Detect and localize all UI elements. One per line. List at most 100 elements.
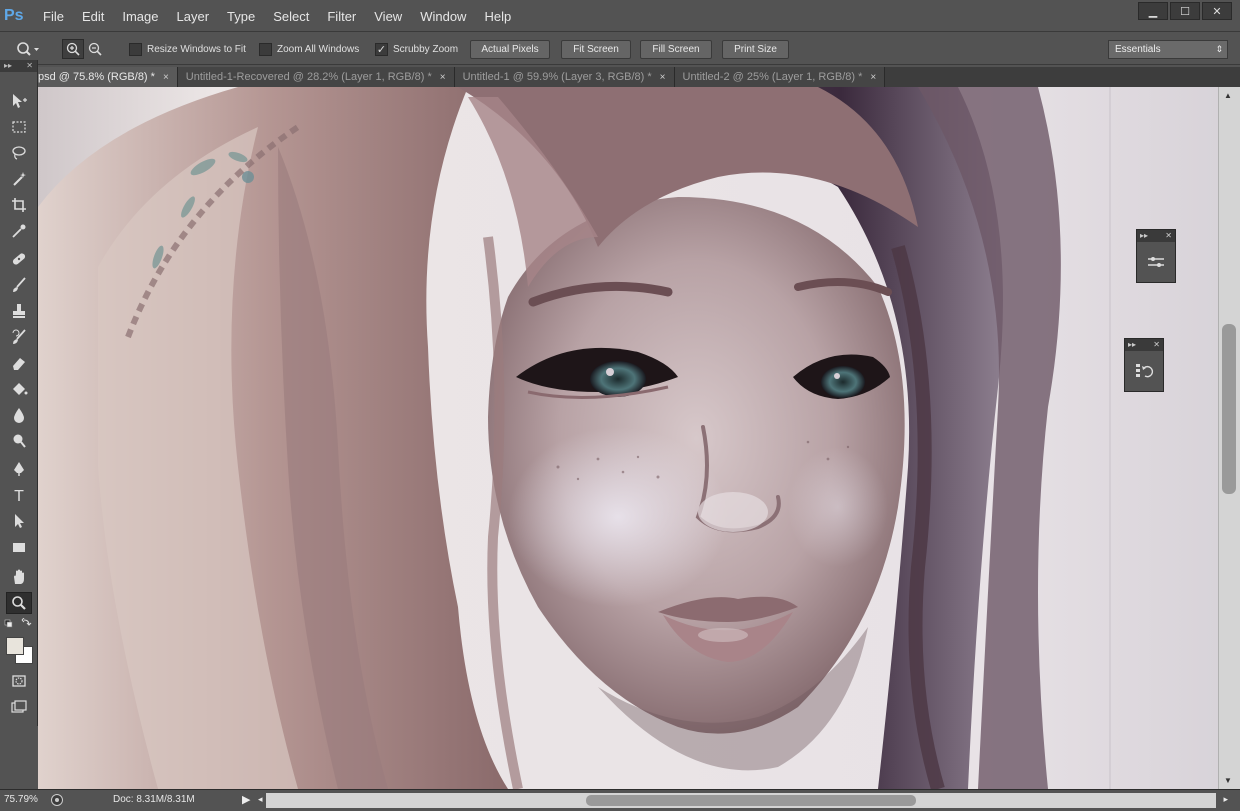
lasso-tool[interactable] — [6, 142, 32, 164]
healing-brush-tool[interactable] — [6, 248, 32, 270]
eyedropper-tool[interactable] — [6, 220, 32, 242]
type-tool[interactable]: T — [6, 484, 32, 506]
foreground-color-swatch[interactable] — [6, 637, 24, 655]
actual-pixels-button[interactable]: Actual Pixels — [470, 40, 550, 59]
color-swatch-controls — [4, 617, 34, 630]
hand-tool[interactable] — [6, 566, 32, 588]
tab-document-1[interactable]: psd @ 75.8% (RGB/8) * × — [38, 67, 178, 87]
status-info-icon[interactable] — [50, 793, 64, 807]
magic-wand-tool[interactable] — [6, 168, 32, 190]
scroll-left-arrow-icon[interactable]: ◂ — [258, 794, 263, 805]
marquee-tool[interactable] — [6, 116, 32, 138]
workspace-dropdown[interactable]: Essentials ⇕ — [1108, 40, 1228, 59]
fit-screen-button[interactable]: Fit Screen — [561, 40, 631, 59]
scroll-down-arrow-icon[interactable]: ▼ — [1224, 776, 1232, 785]
crop-tool[interactable] — [6, 194, 32, 216]
blur-tool[interactable] — [6, 404, 32, 426]
pen-tool[interactable] — [6, 458, 32, 480]
menu-type[interactable]: Type — [218, 0, 264, 32]
portrait-painting — [38, 87, 1218, 789]
brush-tool[interactable] — [6, 274, 32, 296]
bandage-icon — [12, 253, 26, 265]
zoom-level[interactable]: 75.79% — [4, 794, 38, 805]
horizontal-scrollbar[interactable]: ◂ ▸ — [258, 793, 1228, 808]
scroll-up-arrow-icon[interactable]: ▲ — [1224, 91, 1232, 100]
adjustments-panel-button[interactable] — [1137, 242, 1175, 282]
stamp-icon — [13, 304, 25, 318]
panel-header[interactable]: ▸▸ ✕ — [1125, 339, 1163, 351]
photoshop-logo: Ps — [4, 7, 24, 24]
vertical-scrollbar[interactable]: ▲ ▼ — [1218, 87, 1240, 789]
default-colors-icon[interactable] — [4, 619, 13, 628]
resize-windows-option[interactable]: Resize Windows to Fit — [129, 33, 246, 65]
scroll-right-arrow-icon[interactable]: ▸ — [1223, 794, 1228, 805]
maximize-button[interactable]: ☐ — [1170, 2, 1200, 20]
tab-document-3[interactable]: Untitled-1 @ 59.9% (Layer 3, RGB/8) * × — [454, 67, 675, 87]
tab-close-icon[interactable]: × — [163, 72, 169, 83]
tab-label: psd @ 75.8% (RGB/8) * — [38, 71, 155, 83]
document-canvas[interactable] — [38, 87, 1218, 789]
zoom-in-button[interactable] — [62, 39, 84, 59]
menu-select[interactable]: Select — [264, 0, 318, 32]
menu-layer[interactable]: Layer — [168, 0, 219, 32]
tab-close-icon[interactable]: × — [660, 72, 666, 83]
swap-colors-icon[interactable] — [21, 617, 32, 626]
resize-windows-checkbox[interactable] — [129, 42, 142, 56]
options-bar: Resize Windows to Fit Zoom All Windows ✓… — [0, 33, 1240, 65]
menu-help[interactable]: Help — [475, 0, 520, 32]
zoom-out-button[interactable] — [84, 39, 106, 59]
rectangle-tool[interactable] — [6, 536, 32, 558]
brush-icon — [13, 277, 26, 292]
collapse-icon[interactable]: ✕ — [26, 60, 33, 72]
path-selection-tool[interactable] — [6, 510, 32, 532]
dodge-tool[interactable] — [6, 430, 32, 452]
menu-edit[interactable]: Edit — [73, 0, 113, 32]
panel-header[interactable]: ▸▸ ✕ — [1137, 230, 1175, 242]
print-size-button[interactable]: Print Size — [722, 40, 789, 59]
fill-screen-button[interactable]: Fill Screen — [640, 40, 712, 59]
zoom-tool[interactable] — [6, 592, 32, 614]
minimize-button[interactable]: ▁ — [1138, 2, 1168, 20]
magnifier-icon — [12, 596, 26, 610]
tab-close-icon[interactable]: × — [440, 72, 446, 83]
rectangle-icon — [13, 543, 25, 552]
window-controls: ▁ ☐ ✕ — [1138, 2, 1232, 20]
move-tool[interactable] — [6, 90, 32, 112]
screen-mode-button[interactable] — [6, 696, 32, 718]
eyedropper-icon — [12, 224, 26, 238]
zoom-in-icon — [66, 42, 80, 56]
expand-icon[interactable]: ▸▸ — [4, 60, 12, 72]
expand-icon[interactable]: ▸▸ — [1140, 230, 1148, 242]
close-icon[interactable]: ✕ — [1153, 339, 1160, 351]
tab-document-2[interactable]: Untitled-1-Recovered @ 28.2% (Layer 1, R… — [177, 67, 455, 87]
close-icon[interactable]: ✕ — [1165, 230, 1172, 242]
scrubby-zoom-checkbox[interactable]: ✓ — [375, 42, 388, 56]
zoom-all-windows-checkbox[interactable] — [259, 42, 272, 56]
menu-view[interactable]: View — [365, 0, 411, 32]
tab-document-4[interactable]: Untitled-2 @ 25% (Layer 1, RGB/8) * × — [674, 67, 886, 87]
quick-mask-button[interactable] — [6, 670, 32, 692]
history-panel-button[interactable] — [1125, 351, 1163, 391]
horizontal-scroll-thumb[interactable] — [586, 795, 916, 806]
menu-items: File Edit Image Layer Type Select Filter… — [34, 0, 520, 32]
history-brush-tool[interactable] — [6, 326, 32, 348]
vertical-scroll-thumb[interactable] — [1222, 324, 1236, 494]
expand-icon[interactable]: ▸▸ — [1128, 339, 1136, 351]
tools-panel-header[interactable]: ▸▸ ✕ — [0, 60, 37, 72]
tab-close-icon[interactable]: × — [870, 72, 876, 83]
menu-image[interactable]: Image — [113, 0, 167, 32]
paint-bucket-tool[interactable] — [6, 378, 32, 400]
status-menu-arrow-icon[interactable]: ▶ — [242, 793, 250, 806]
eraser-tool[interactable] — [6, 352, 32, 374]
screen-mode-icon — [11, 700, 27, 713]
menu-window[interactable]: Window — [411, 0, 475, 32]
history-icon — [1136, 364, 1154, 378]
lasso-icon — [12, 146, 26, 160]
dodge-icon — [13, 434, 26, 448]
close-button[interactable]: ✕ — [1202, 2, 1232, 20]
menu-file[interactable]: File — [34, 0, 73, 32]
zoom-all-windows-option[interactable]: Zoom All Windows — [259, 33, 359, 65]
clone-stamp-tool[interactable] — [6, 300, 32, 322]
scrubby-zoom-option[interactable]: ✓ Scrubby Zoom — [375, 33, 458, 65]
menu-filter[interactable]: Filter — [318, 0, 365, 32]
